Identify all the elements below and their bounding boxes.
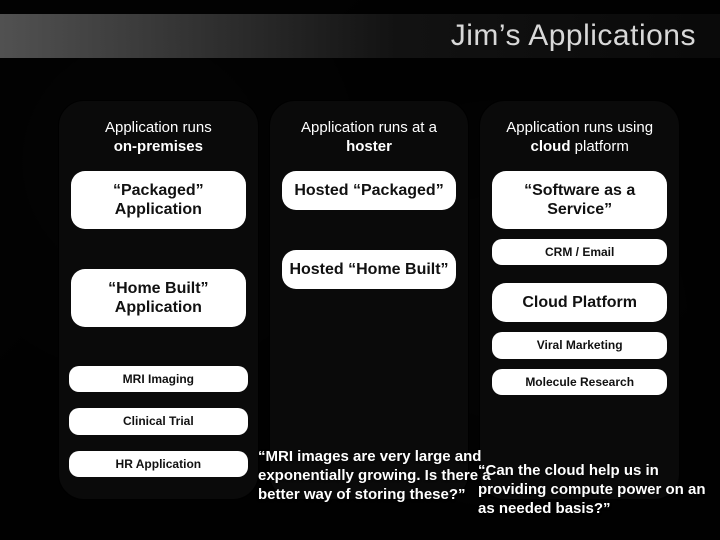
column-header-line2: hoster — [282, 138, 457, 157]
cell-hosted-packaged: Hosted “Packaged” — [282, 171, 457, 210]
column-header-line2: cloud platform — [492, 138, 667, 157]
row-gap — [492, 275, 667, 283]
column-header-line1: Application runs — [71, 119, 246, 138]
cell-homebuilt-app: “Home Built” Application — [71, 269, 246, 327]
column-header-line1: Application runs at a — [282, 119, 457, 138]
pill-mri-imaging: MRI Imaging — [69, 366, 248, 392]
cell-saas: “Software as a Service” — [492, 171, 667, 229]
cell-cloud-platform: Cloud Platform — [492, 283, 667, 322]
overlay-quote-cloud: “Can the cloud help us in providing comp… — [478, 462, 708, 518]
pill-hr-application: HR Application — [69, 451, 248, 477]
row-gap — [282, 220, 457, 250]
column-cloud: Application runs using cloud platform “S… — [479, 100, 680, 500]
cell-hosted-homebuilt: Hosted “Home Built” — [282, 250, 457, 289]
column-header-line1: Application runs using — [492, 119, 667, 138]
column-on-premises: Application runs on-premises “Packaged” … — [58, 100, 259, 500]
pill-stack-on-prem: MRI Imaging Clinical Trial HR Applicatio… — [69, 366, 248, 487]
column-hoster: Application runs at a hoster Hosted “Pac… — [269, 100, 470, 500]
pill-clinical-trial: Clinical Trial — [69, 408, 248, 434]
pill-crm-email: CRM / Email — [492, 239, 667, 265]
column-header-line2: on-premises — [71, 138, 246, 157]
page-title: Jim’s Applications — [451, 19, 696, 53]
title-bar: Jim’s Applications — [0, 14, 720, 58]
column-header-strong: cloud — [531, 138, 571, 155]
column-header: Application runs at a hoster — [282, 119, 457, 157]
columns-row: Application runs on-premises “Packaged” … — [58, 100, 680, 500]
pill-viral-marketing: Viral Marketing — [492, 332, 667, 358]
pill-molecule-research: Molecule Research — [492, 369, 667, 395]
column-header: Application runs using cloud platform — [492, 119, 667, 157]
cell-packaged-app: “Packaged” Application — [71, 171, 246, 229]
overlay-quote-mri: “MRI images are very large and exponenti… — [258, 448, 508, 504]
column-header-light: platform — [571, 138, 629, 155]
row-gap — [71, 239, 246, 269]
column-header: Application runs on-premises — [71, 119, 246, 157]
